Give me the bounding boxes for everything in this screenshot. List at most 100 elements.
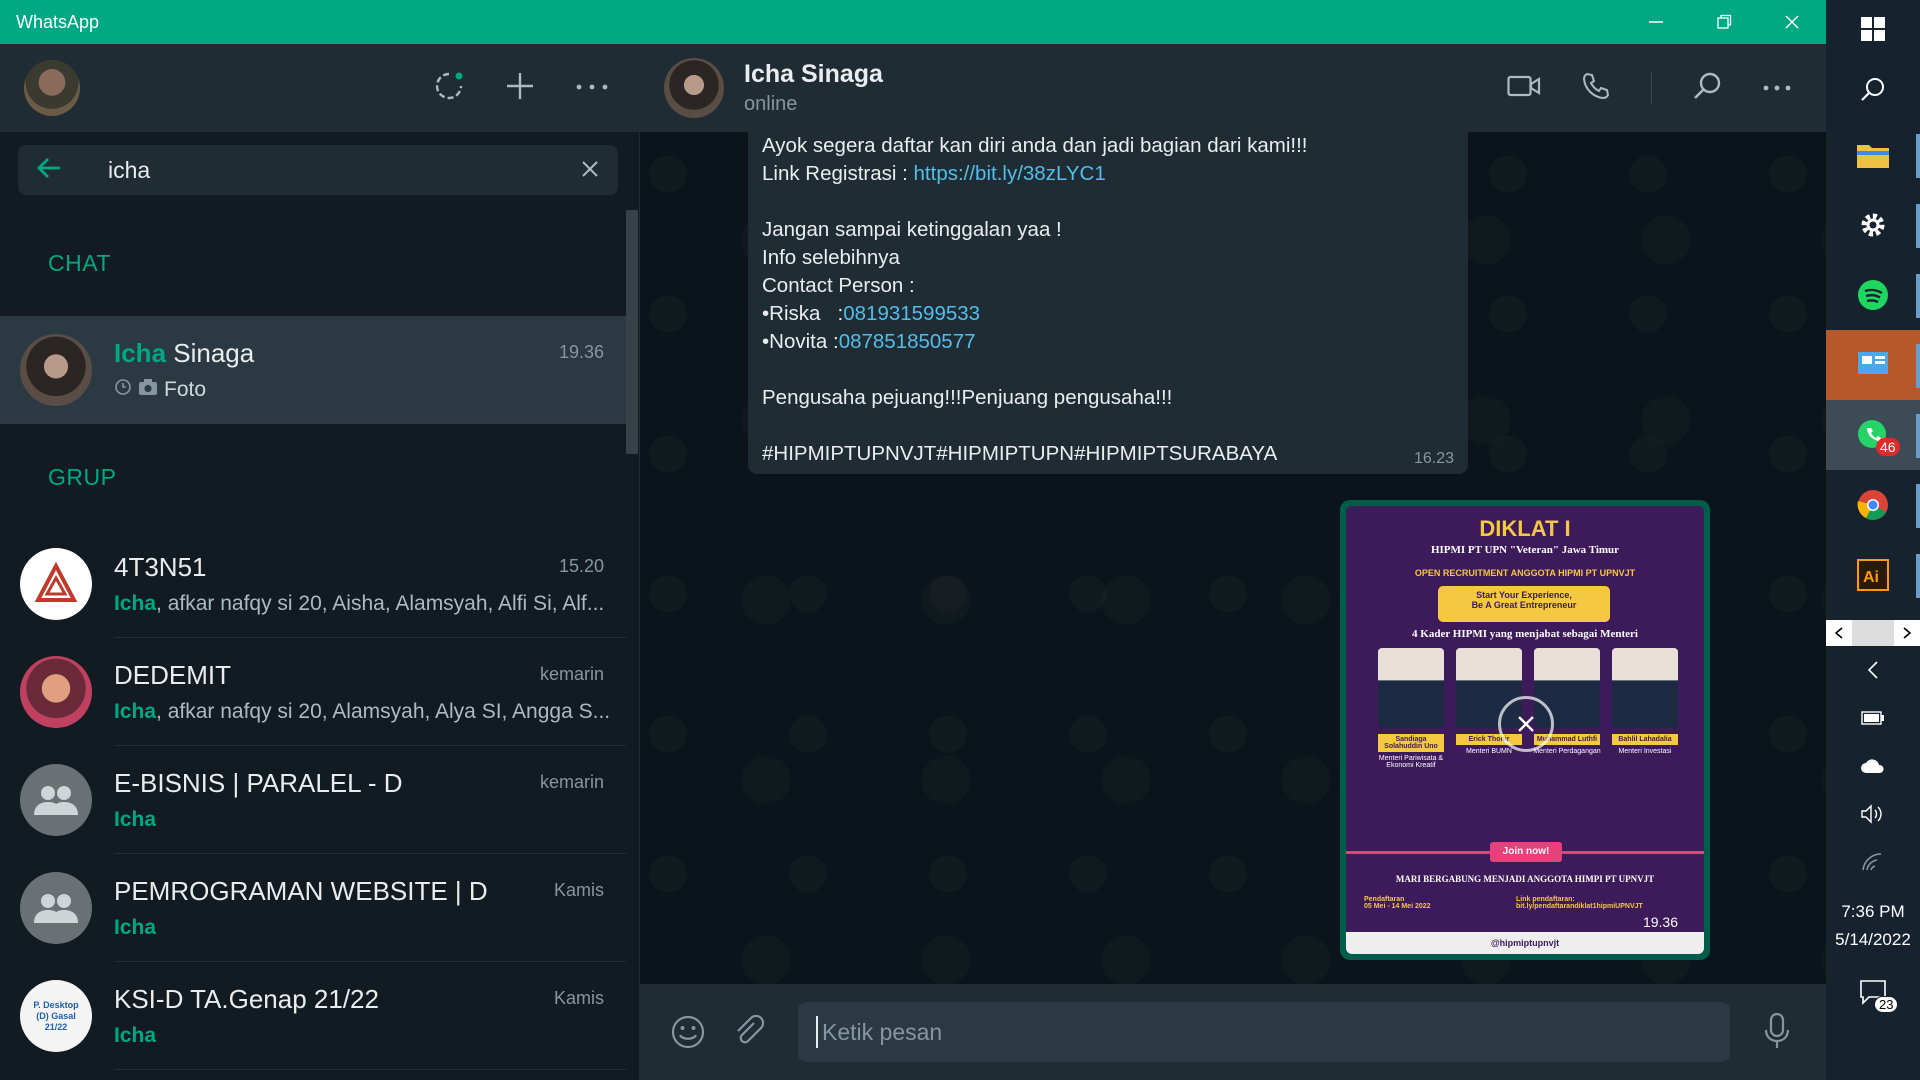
system-clock[interactable]: 7:36 PM 5/14/2022 (1835, 898, 1911, 954)
contact-status: online (744, 93, 798, 115)
poster-org: HIPMI PT UPN "Veteran" Jawa Timur (1430, 544, 1620, 556)
section-chat-label: CHAT (48, 249, 111, 276)
group-name: KSI-D TA.Genap 21/22 (114, 984, 379, 1014)
show-hidden-icons[interactable] (1826, 646, 1920, 694)
message-area[interactable]: Ayok segera daftar kan diri anda dan jad… (640, 132, 1826, 984)
group-item-pemrograman-website[interactable]: PEMROGRAMAN WEBSITE | D Kamis Icha (0, 854, 626, 962)
taskbar-search-icon[interactable] (1826, 58, 1920, 120)
message-text: Ayok segera daftar kan diri anda dan jad… (762, 134, 1308, 157)
incoming-message[interactable]: Ayok segera daftar kan diri anda dan jad… (748, 132, 1468, 474)
menu-icon[interactable] (575, 79, 609, 97)
my-avatar[interactable] (24, 60, 80, 116)
chat-list-panel: icha CHAT Icha Sinaga 19.36 Foto GRUP 4T… (0, 44, 640, 1080)
chat-time: 19.36 (558, 342, 604, 362)
volume-icon[interactable] (1826, 790, 1920, 838)
chat-list-scrollbar[interactable] (626, 210, 638, 454)
message-text: Contact Person : (762, 274, 915, 297)
chat-item-icha-sinaga[interactable]: Icha Sinaga 19.36 Foto (0, 316, 626, 424)
text-caret (816, 1016, 818, 1048)
emoji-icon[interactable] (670, 1014, 706, 1055)
restore-button[interactable] (1690, 0, 1758, 44)
minimize-button[interactable] (1622, 0, 1690, 44)
chat-name: Icha Sinaga (114, 338, 255, 368)
attach-icon[interactable] (732, 1014, 766, 1053)
poster-reg-info: Pendaftaran 05 Mei - 14 Mei 2022 (1364, 896, 1431, 910)
group-avatar-ksi-d: P. Desktop (D) Gasal 21/22 (20, 980, 92, 1052)
search-value[interactable]: icha (108, 157, 150, 184)
outgoing-image-message[interactable]: DIKLAT I HIPMI PT UPN "Veteran" Jawa Tim… (1340, 500, 1710, 960)
header-divider (1651, 72, 1652, 104)
window-title: WhatsApp (16, 11, 100, 32)
contact-header-avatar[interactable] (664, 58, 724, 118)
action-center-icon[interactable]: 23 (1826, 962, 1920, 1022)
poster-recruit: OPEN RECRUITMENT ANGGOTA HIPMI PT UPNVJT (1414, 568, 1636, 578)
clock-date: 5/14/2022 (1835, 930, 1911, 949)
group-name: 4T3N51 (114, 552, 207, 582)
voice-call-icon[interactable] (1581, 71, 1611, 106)
message-input[interactable]: Ketik pesan (798, 1002, 1730, 1062)
poster-person: Sandiaga Solahuddin Uno Menteri Pariwisa… (1376, 648, 1446, 788)
taskbar-scroller[interactable] (1826, 620, 1920, 646)
poster-link-info: Link pendaftaran: bit.ly/pendaftarandikla… (1516, 896, 1643, 910)
left-header (0, 44, 639, 132)
group-time: kemarin (539, 664, 604, 684)
illustrator-icon[interactable]: Ai (1826, 540, 1920, 610)
wifi-icon[interactable] (1826, 838, 1920, 886)
message-text: Pengusaha pejuang!!!Penjuang pengusaha!!… (762, 386, 1173, 409)
whatsapp-taskbar-icon[interactable]: 46 (1826, 400, 1920, 470)
pending-clock-icon (114, 378, 132, 402)
chat-preview: Foto (114, 378, 206, 402)
clear-search-icon[interactable] (580, 159, 600, 184)
scroll-right-icon[interactable] (1894, 620, 1920, 646)
file-explorer-icon[interactable] (1826, 120, 1920, 190)
search-results: CHAT Icha Sinaga 19.36 Foto GRUP 4T3N51 … (0, 210, 626, 1080)
group-item-dedemit[interactable]: DEDEMIT kemarin Icha, afkar nafqy si 20,… (0, 638, 626, 746)
poster-ig: @hipmiptupnvjt (1346, 932, 1704, 954)
onedrive-icon[interactable] (1826, 742, 1920, 790)
group-default-icon (20, 872, 92, 944)
group-preview: Icha, afkar nafqy si 20, Aisha, Alamsyah… (114, 592, 605, 615)
control-panel-icon[interactable] (1826, 330, 1920, 400)
new-chat-icon[interactable] (503, 69, 537, 108)
group-name: E-BISNIS | PARALEL - D (114, 768, 403, 798)
poster-image[interactable]: DIKLAT I HIPMI PT UPN "Veteran" Jawa Tim… (1346, 506, 1704, 954)
search-input[interactable]: icha (18, 145, 618, 195)
windows-taskbar: 46 Ai 7:36 PM 5/14/2022 23 (1826, 0, 1920, 1080)
search-area: icha (0, 132, 639, 208)
camera-icon (138, 378, 158, 402)
title-bar: WhatsApp (0, 0, 1826, 44)
phone-link-1[interactable]: 081931599533 (843, 302, 980, 325)
back-arrow-icon[interactable] (36, 155, 62, 186)
group-name: DEDEMIT (114, 660, 231, 690)
contact-person-1: •Riska :081931599533 (762, 302, 981, 325)
close-window-button[interactable] (1758, 0, 1826, 44)
input-placeholder: Ketik pesan (822, 1018, 943, 1045)
section-group-label: GRUP (48, 463, 117, 490)
contact-avatar (20, 334, 92, 406)
start-button[interactable] (1826, 0, 1920, 58)
settings-gear-icon[interactable] (1826, 190, 1920, 260)
spotify-icon[interactable] (1826, 260, 1920, 330)
scroll-left-icon[interactable] (1826, 620, 1852, 646)
group-time: kemarin (539, 772, 604, 792)
download-cancel-icon[interactable] (1498, 696, 1554, 752)
conversation-header[interactable]: Icha Sinaga online (640, 44, 1826, 132)
group-item-4t3n51[interactable]: 4T3N51 15.20 Icha, afkar nafqy si 20, Ai… (0, 530, 626, 638)
battery-icon[interactable] (1826, 694, 1920, 742)
contact-person-2: •Novita :087851850577 (762, 330, 976, 353)
conversation-menu-icon[interactable] (1762, 79, 1792, 97)
search-messages-icon[interactable] (1692, 71, 1722, 106)
phone-link-2[interactable]: 087851850577 (839, 330, 976, 353)
video-call-icon[interactable] (1507, 75, 1541, 102)
notification-badge: 23 (1874, 996, 1899, 1013)
image-time: 19.36 (1642, 914, 1678, 930)
group-time: Kamis (553, 880, 604, 900)
chrome-icon[interactable] (1826, 470, 1920, 540)
group-item-ksi-d[interactable]: P. Desktop (D) Gasal 21/22 KSI-D TA.Gena… (0, 962, 626, 1070)
status-icon[interactable] (433, 70, 465, 107)
microphone-icon[interactable] (1764, 1012, 1790, 1055)
registration-link[interactable]: https://bit.ly/38zLYC1 (914, 162, 1106, 185)
group-preview: Icha (114, 808, 157, 831)
group-time: 15.20 (558, 556, 604, 576)
group-item-e-bisnis[interactable]: E-BISNIS | PARALEL - D kemarin Icha (0, 746, 626, 854)
